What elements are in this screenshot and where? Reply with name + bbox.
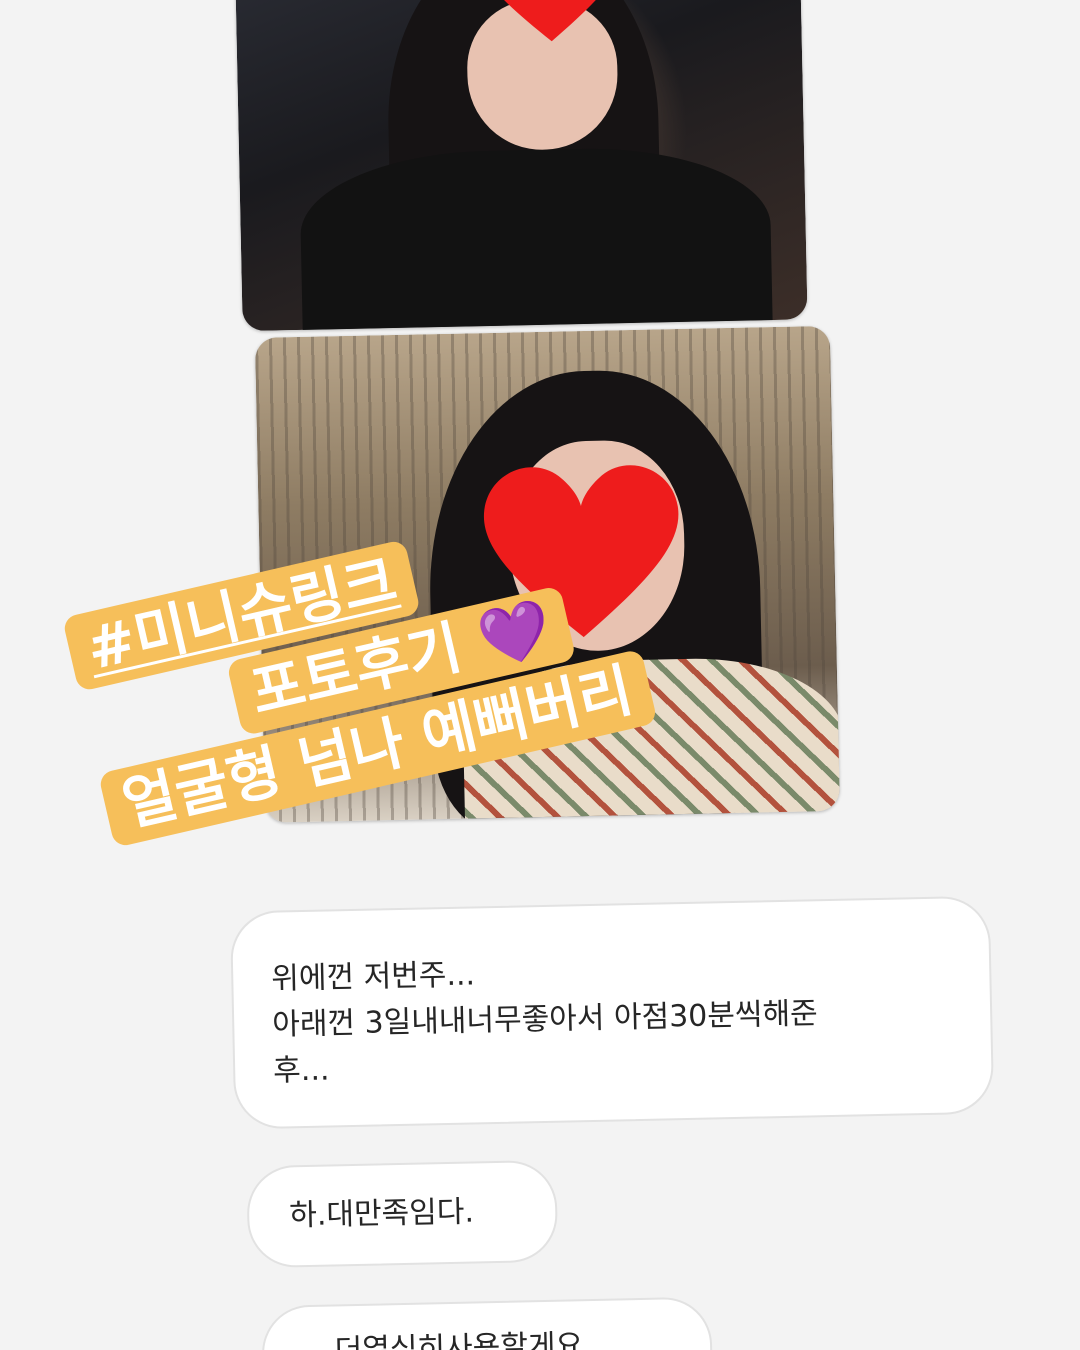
- message-line: 하.대만족임다.: [288, 1194, 475, 1234]
- story-screen: 위에껀 저번주... 아래껀 3일내내너무좋아서 아점30분씩해준 후... 하…: [0, 0, 1080, 1350]
- heart-sticker-icon: [474, 0, 626, 42]
- message-bubble[interactable]: 위에껀 저번주... 아래껀 3일내내너무좋아서 아점30분씩해준 후...: [229, 895, 995, 1130]
- message-bubble[interactable]: 하.대만족임다.: [246, 1159, 559, 1269]
- purple-heart-icon: 💜: [472, 592, 558, 675]
- message-line: ...더열심히사용할게요: [305, 1328, 584, 1350]
- message-bubble[interactable]: ...더열심히사용할게요: [261, 1296, 714, 1350]
- garment-shape: [299, 145, 774, 332]
- photo-message-1[interactable]: [235, 0, 808, 332]
